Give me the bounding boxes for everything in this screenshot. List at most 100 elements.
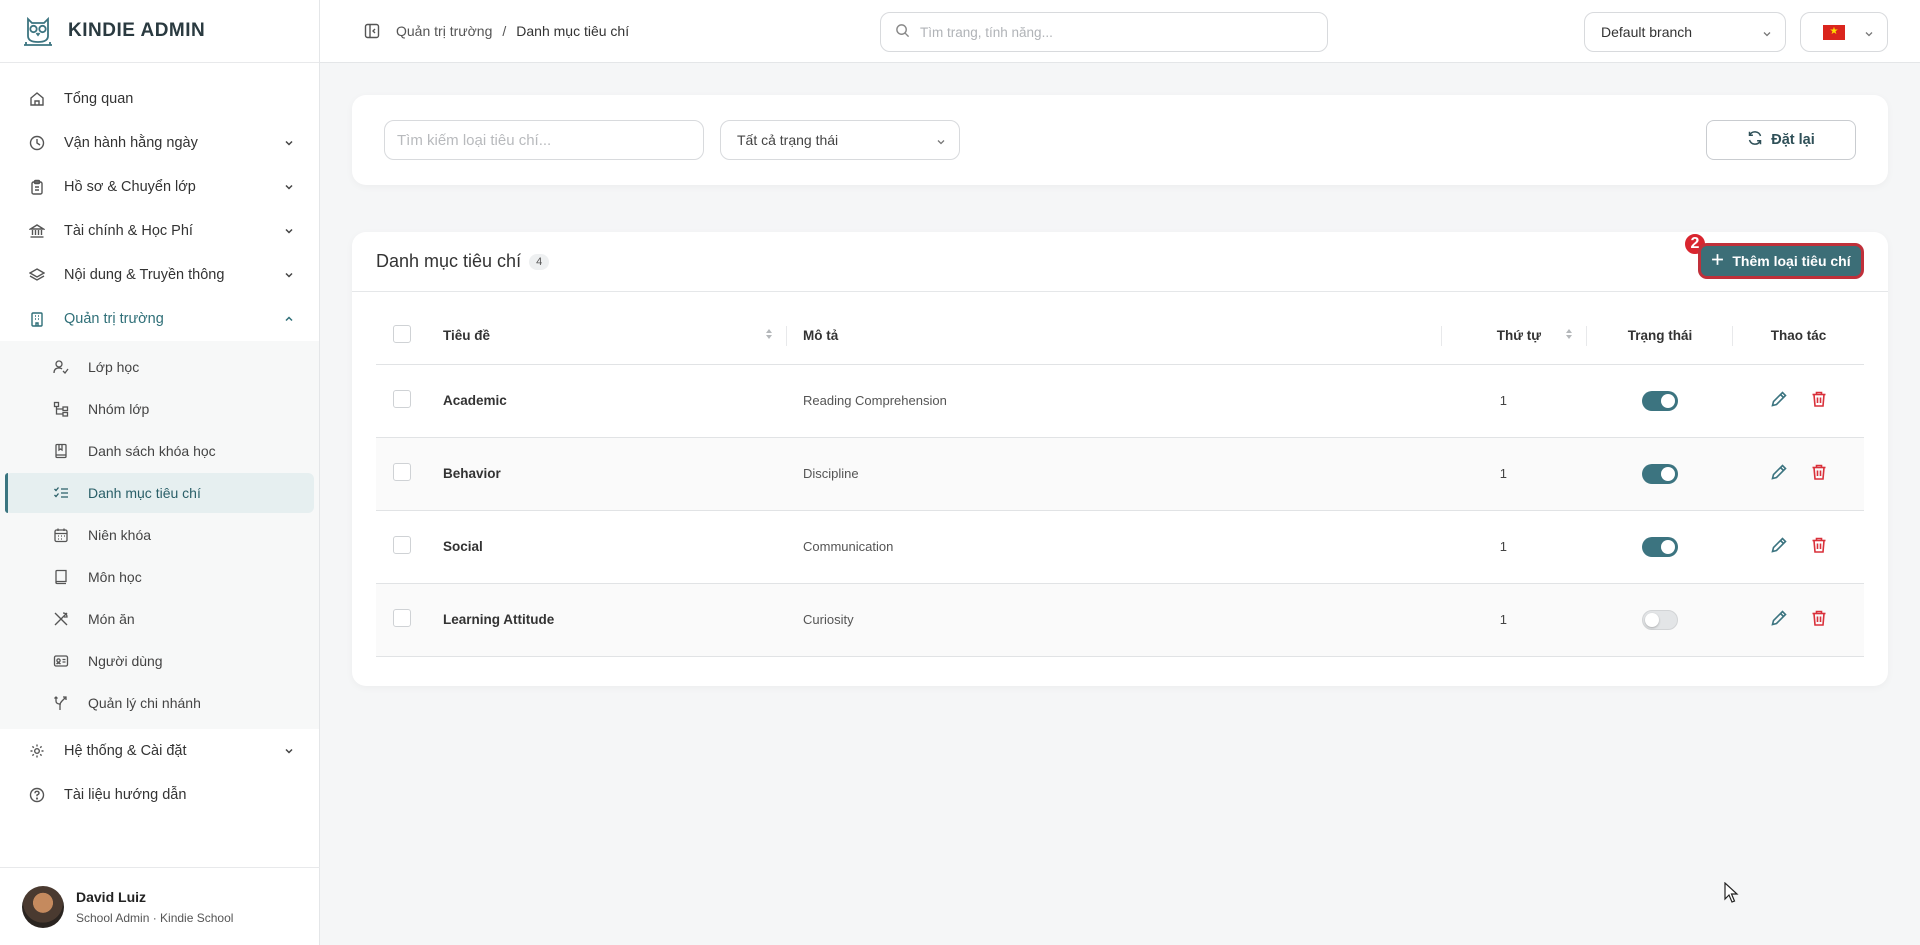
nav-item-system-settings[interactable]: Hệ thống & Cài đặt — [0, 729, 319, 773]
gear-icon — [28, 742, 46, 760]
status-toggle[interactable] — [1642, 536, 1678, 557]
nav-item-overview[interactable]: Tổng quan — [0, 77, 319, 121]
table-row[interactable]: Behavior Discipline 1 — [376, 437, 1864, 511]
row-status-cell — [1587, 437, 1733, 511]
edit-pencil-icon[interactable] — [1770, 609, 1788, 630]
row-checkbox[interactable] — [393, 390, 411, 408]
row-actions — [1733, 364, 1864, 438]
sub-label: Niên khóa — [88, 527, 152, 543]
nav-label: Vận hành hằng ngày — [64, 135, 198, 151]
criteria-search-input[interactable] — [397, 131, 687, 149]
global-search — [880, 12, 1328, 52]
column-order-label: Thứ tự — [1496, 328, 1541, 344]
sidebar-item-classes[interactable]: Lớp học — [5, 347, 314, 387]
delete-trash-icon[interactable] — [1810, 390, 1828, 411]
sidebar: KINDIE ADMIN Tổng quan Vận hành hằng ngà… — [0, 0, 320, 945]
reset-button[interactable]: Đặt lại — [1706, 120, 1856, 160]
column-title[interactable]: Tiêu đề — [443, 308, 787, 365]
nav-item-finance[interactable]: Tài chính & Học Phí — [0, 209, 319, 253]
delete-trash-icon[interactable] — [1810, 609, 1828, 630]
book-bookmark-icon — [52, 442, 70, 460]
chevron-down-icon — [1863, 27, 1875, 43]
sub-label: Nhóm lớp — [88, 401, 150, 417]
sidebar-item-branches[interactable]: Quản lý chi nhánh — [5, 683, 314, 723]
nav-label: Tài liệu hướng dẫn — [64, 787, 187, 803]
nav-label: Tổng quan — [64, 91, 134, 107]
sidebar-item-users[interactable]: Người dùng — [5, 641, 314, 681]
sort-icon[interactable] — [765, 328, 773, 343]
row-select-cell — [376, 437, 443, 511]
nav-item-daily-ops[interactable]: Vận hành hằng ngày — [0, 121, 319, 165]
vietnam-flag-icon: ★ — [1823, 24, 1845, 40]
sort-icon[interactable] — [1565, 328, 1573, 343]
row-order: 1 — [1442, 364, 1587, 438]
user-profile[interactable]: David Luiz School Admin · Kindie School — [0, 867, 320, 945]
row-actions — [1733, 510, 1864, 584]
sub-label: Món ăn — [88, 611, 135, 627]
table-row[interactable]: Social Communication 1 — [376, 510, 1864, 584]
chevron-down-icon — [1761, 27, 1773, 43]
table-row[interactable]: Academic Reading Comprehension 1 — [376, 364, 1864, 438]
nav-item-school-admin[interactable]: Quản trị trường — [0, 297, 319, 341]
criteria-table-card: Danh mục tiêu chí 4 2 Thêm loại tiêu chí… — [352, 232, 1888, 686]
add-criteria-label: Thêm loại tiêu chí — [1732, 253, 1851, 269]
status-toggle[interactable] — [1642, 390, 1678, 411]
chevron-down-icon — [283, 225, 295, 237]
chevron-up-icon — [283, 313, 295, 325]
row-order: 1 — [1442, 583, 1587, 657]
row-actions — [1733, 583, 1864, 657]
status-filter-select[interactable]: Tất cả trạng thái — [720, 120, 960, 160]
id-card-icon — [52, 652, 70, 670]
avatar — [22, 885, 64, 928]
status-toggle[interactable] — [1642, 463, 1678, 484]
nav-label: Hồ sơ & Chuyển lớp — [64, 179, 196, 195]
global-search-input[interactable] — [920, 24, 1300, 40]
add-criteria-button[interactable]: Thêm loại tiêu chí — [1699, 244, 1863, 278]
sidebar-item-school-years[interactable]: Niên khóa — [5, 515, 314, 555]
nav-item-content[interactable]: Nội dung & Truyền thông — [0, 253, 319, 297]
criteria-table: Tiêu đề Mô tả Thứ tự Trạng thái Thao tác… — [376, 308, 1864, 657]
language-select[interactable]: ★ — [1800, 12, 1888, 52]
edit-pencil-icon[interactable] — [1770, 390, 1788, 411]
branch-icon — [52, 694, 70, 712]
branch-select[interactable]: Default branch — [1584, 12, 1786, 52]
row-select-cell — [376, 583, 443, 657]
sidebar-item-courses[interactable]: Danh sách khóa học — [5, 431, 314, 471]
sidebar-item-subjects[interactable]: Môn học — [5, 557, 314, 597]
select-all-checkbox[interactable] — [393, 325, 411, 344]
brand[interactable]: KINDIE ADMIN — [0, 0, 319, 63]
book-icon — [52, 568, 70, 586]
reset-label: Đặt lại — [1771, 132, 1815, 148]
chevron-down-icon — [935, 135, 947, 151]
nav-item-records[interactable]: Hồ sơ & Chuyển lớp — [0, 165, 319, 209]
sidebar-item-class-groups[interactable]: Nhóm lớp — [5, 389, 314, 429]
row-checkbox[interactable] — [393, 609, 411, 627]
table-row[interactable]: Learning Attitude Curiosity 1 — [376, 583, 1864, 657]
sub-label: Danh sách khóa học — [88, 443, 216, 459]
row-actions — [1733, 437, 1864, 511]
row-checkbox[interactable] — [393, 463, 411, 481]
row-select-cell — [376, 364, 443, 438]
main-nav: Tổng quan Vận hành hằng ngày Hồ sơ & Chu… — [0, 63, 319, 817]
breadcrumb-separator: / — [502, 23, 507, 39]
nav-label: Tài chính & Học Phí — [64, 223, 193, 239]
breadcrumb-parent[interactable]: Quản trị trường — [396, 23, 492, 39]
delete-trash-icon[interactable] — [1810, 536, 1828, 557]
row-description: Discipline — [787, 437, 1442, 511]
column-order[interactable]: Thứ tự — [1442, 308, 1587, 365]
column-status: Trạng thái — [1587, 308, 1733, 365]
row-checkbox[interactable] — [393, 536, 411, 554]
row-description: Reading Comprehension — [787, 364, 1442, 438]
sidebar-item-criteria[interactable]: Danh mục tiêu chí — [5, 473, 314, 513]
clock-icon — [28, 134, 46, 152]
delete-trash-icon[interactable] — [1810, 463, 1828, 484]
column-status-label: Trạng thái — [1627, 328, 1693, 344]
sidebar-toggle-icon[interactable] — [364, 23, 380, 39]
breadcrumb: Quản trị trường / Danh mục tiêu chí — [396, 23, 629, 39]
status-toggle[interactable] — [1642, 609, 1678, 630]
edit-pencil-icon[interactable] — [1770, 463, 1788, 484]
edit-pencil-icon[interactable] — [1770, 536, 1788, 557]
nav-item-docs[interactable]: Tài liệu hướng dẫn — [0, 773, 319, 817]
sidebar-item-meals[interactable]: Món ăn — [5, 599, 314, 639]
count-badge: 4 — [529, 253, 550, 270]
